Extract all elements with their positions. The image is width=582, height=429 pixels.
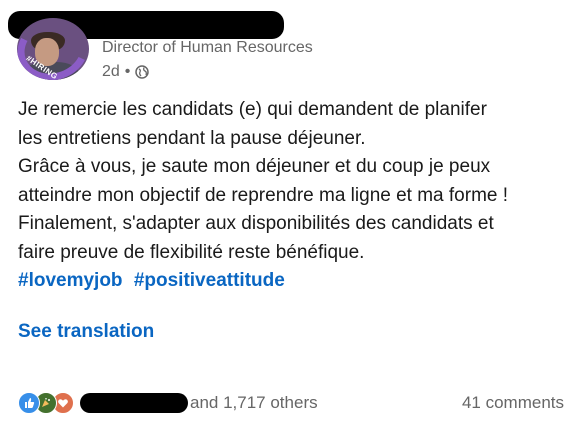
hashtag-positiveattitude[interactable]: #positiveattitude <box>134 270 285 291</box>
post-line: Grâce à vous, je saute mon déjeuner et d… <box>18 156 491 177</box>
comments-count[interactable]: 41 comments <box>462 393 564 413</box>
hashtags: #lovemyjob #positiveattitude <box>18 267 578 296</box>
see-translation-link[interactable]: See translation <box>18 321 154 343</box>
globe-icon <box>135 65 150 79</box>
meta-separator: • <box>124 63 131 80</box>
post-line: faire preuve de flexibilité reste bénéfi… <box>18 241 365 263</box>
reaction-icons[interactable] <box>18 392 74 414</box>
avatar[interactable]: #HIRING <box>17 18 89 80</box>
redacted-reactor-name <box>80 393 188 413</box>
reactions-count[interactable]: and 1,717 others <box>190 393 318 413</box>
post-line: atteindre mon objectif de reprendre ma l… <box>18 184 509 206</box>
post-time: 2d <box>102 63 120 80</box>
post-line: les entretiens pendant la pause déjeuner… <box>18 127 366 149</box>
post-line: Je remercie les candidats (e) qui demand… <box>18 99 487 120</box>
post-line: Finalement, s'adapter aux disponibilités… <box>18 213 494 234</box>
like-icon <box>18 392 40 414</box>
hashtag-lovemyjob[interactable]: #lovemyjob <box>18 270 123 291</box>
author-headline: Director of Human Resources <box>102 39 313 56</box>
post-meta: 2d • <box>102 63 150 81</box>
post-text: Je remercie les candidats (e) qui demand… <box>18 96 578 296</box>
